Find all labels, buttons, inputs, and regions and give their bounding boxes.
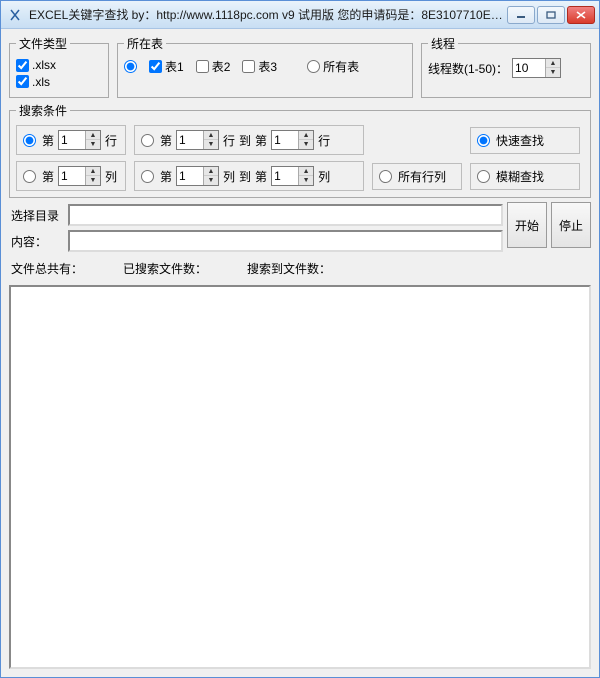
thread-label: 线程数(1-50)： [428,60,508,77]
status-found: 搜索到文件数： [247,260,331,277]
dir-label: 选择目录 [9,204,64,226]
stop-button[interactable]: 停止 [551,202,591,248]
window-title: EXCEL关键字查找 by：http://www.1118pc.com v9 试… [29,6,507,23]
row-range-radio[interactable] [141,134,154,147]
sheet-mode-all[interactable]: 所有表 [307,58,359,75]
file-type-group: 文件类型 .xlsx .xls [9,35,109,98]
single-col-spinner[interactable]: ▲▼ [58,166,101,186]
thread-down-icon[interactable]: ▼ [546,68,560,77]
sheet-mode-specific[interactable] [124,60,137,73]
sheet-group: 所在表 表1 表2 表3 [117,35,413,98]
content-row: 内容： [9,230,503,252]
row-to-spinner[interactable]: ▲▼ [271,130,314,150]
app-icon [7,7,23,23]
sheet-legend: 所在表 [124,35,166,52]
spin-up-icon[interactable]: ▲ [86,131,100,140]
status-row: 文件总共有： 已搜索文件数： 搜索到文件数： [9,256,591,279]
row-range-cell[interactable]: 第 ▲▼ 行 到 第 ▲▼ 行 [134,125,364,155]
fuzzy-search-radio[interactable] [477,170,490,183]
single-row-spinner[interactable]: ▲▼ [58,130,101,150]
xlsx-checkbox[interactable]: .xlsx [16,58,56,72]
fuzzy-search-cell[interactable]: 模糊查找 [470,163,580,190]
status-searched: 已搜索文件数： [123,260,207,277]
minimize-button[interactable] [507,6,535,24]
content-field[interactable] [68,230,503,252]
titlebar: EXCEL关键字查找 by：http://www.1118pc.com v9 试… [1,1,599,29]
maximize-button[interactable] [537,6,565,24]
window-buttons [507,6,595,24]
col-from-spinner[interactable]: ▲▼ [176,166,219,186]
single-col-cell[interactable]: 第 ▲▼ 列 [16,161,126,191]
search-conditions-group: 搜索条件 第 ▲▼ 行 第 ▲▼ [9,102,591,198]
close-button[interactable] [567,6,595,24]
thread-group: 线程 线程数(1-50)： ▲ ▼ [421,35,591,98]
single-row-cell[interactable]: 第 ▲▼ 行 [16,125,126,155]
thread-spinner[interactable]: ▲ ▼ [512,58,561,78]
xls-checkbox[interactable]: .xls [16,75,50,89]
dir-input[interactable] [74,208,497,224]
fast-search-cell[interactable]: 快速查找 [470,127,580,154]
col-to-spinner[interactable]: ▲▼ [271,166,314,186]
content-input[interactable] [74,234,497,250]
single-row-radio[interactable] [23,134,36,147]
sheet3-checkbox[interactable]: 表3 [242,58,277,75]
results-content [11,287,589,667]
thread-legend: 线程 [428,35,458,52]
dir-row: 选择目录 [9,204,503,226]
xls-check-input[interactable] [16,75,29,88]
sheet1-checkbox[interactable]: 表1 [149,58,184,75]
thread-up-icon[interactable]: ▲ [546,59,560,68]
col-range-cell[interactable]: 第 ▲▼ 列 到 第 ▲▼ 列 [134,161,364,191]
all-rowcol-cell[interactable]: 所有行列 [372,163,462,190]
top-groups-row: 文件类型 .xlsx .xls 所在表 [9,35,591,98]
file-type-legend: 文件类型 [16,35,70,52]
client-area: 文件类型 .xlsx .xls 所在表 [1,29,599,677]
results-panel[interactable] [9,285,591,669]
single-col-radio[interactable] [23,170,36,183]
col-range-radio[interactable] [141,170,154,183]
sheet2-checkbox[interactable]: 表2 [196,58,231,75]
fast-search-radio[interactable] [477,134,490,147]
dir-field[interactable] [68,204,503,226]
content-label: 内容： [9,233,64,250]
row-from-spinner[interactable]: ▲▼ [176,130,219,150]
app-window: EXCEL关键字查找 by：http://www.1118pc.com v9 试… [0,0,600,678]
start-button[interactable]: 开始 [507,202,547,248]
all-rowcol-radio[interactable] [379,170,392,183]
search-legend: 搜索条件 [16,102,70,119]
thread-input[interactable] [513,59,545,77]
status-total: 文件总共有： [11,260,83,277]
spin-down-icon[interactable]: ▼ [86,140,100,149]
xlsx-check-input[interactable] [16,59,29,72]
